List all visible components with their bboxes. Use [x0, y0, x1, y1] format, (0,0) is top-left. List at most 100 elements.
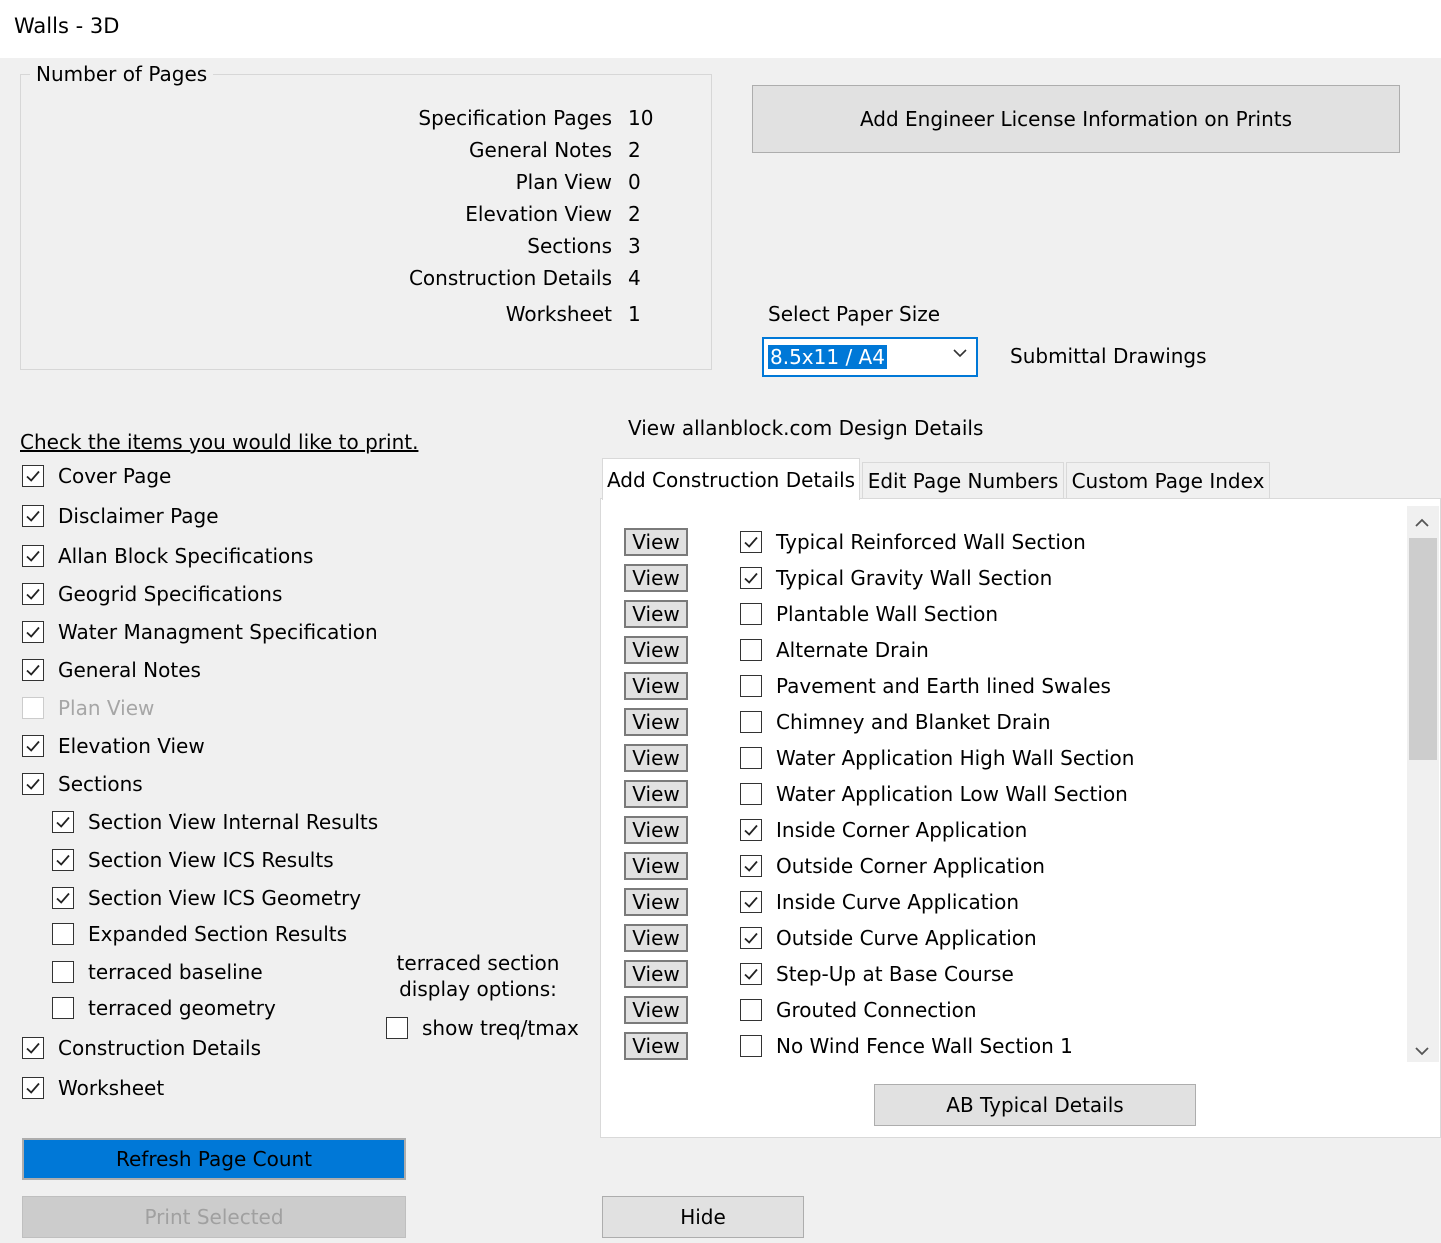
view-detail-button[interactable]: View — [624, 672, 688, 700]
view-detail-button[interactable]: View — [624, 564, 688, 592]
view-detail-button[interactable]: View — [624, 816, 688, 844]
checkbox-checked-icon[interactable] — [52, 849, 74, 871]
checkbox-unchecked-icon[interactable] — [740, 675, 762, 697]
print-item-checkbox[interactable]: Elevation View — [22, 731, 205, 761]
view-detail-button[interactable]: View — [624, 960, 688, 988]
checkbox-checked-icon[interactable] — [22, 505, 44, 527]
detail-checkbox[interactable]: Grouted Connection — [740, 995, 977, 1025]
detail-checkbox[interactable]: Alternate Drain — [740, 635, 929, 665]
detail-checkbox[interactable]: No Wind Fence Wall Section 1 — [740, 1031, 1073, 1061]
checkbox-checked-icon[interactable] — [740, 891, 762, 913]
checkbox-checked-icon[interactable] — [22, 545, 44, 567]
checkbox-unchecked-icon[interactable] — [740, 1035, 762, 1057]
detail-checkbox[interactable]: Pavement and Earth lined Swales — [740, 671, 1111, 701]
tab-add-construction-details[interactable]: Add Construction Details — [602, 458, 860, 500]
tab-edit-page-numbers[interactable]: Edit Page Numbers — [862, 462, 1064, 500]
view-detail-button[interactable]: View — [624, 924, 688, 952]
detail-checkbox[interactable]: Chimney and Blanket Drain — [740, 707, 1051, 737]
print-item-checkbox[interactable]: Geogrid Specifications — [22, 579, 282, 609]
checkbox-unchecked-icon[interactable] — [740, 999, 762, 1021]
checkbox-box[interactable] — [386, 1017, 408, 1039]
checkbox-checked-icon[interactable] — [740, 855, 762, 877]
checkbox-unchecked-icon[interactable] — [22, 697, 44, 719]
detail-checkbox[interactable]: Typical Reinforced Wall Section — [740, 527, 1086, 557]
print-item-checkbox[interactable]: Allan Block Specifications — [22, 541, 313, 571]
page-count-value: 3 — [628, 234, 641, 258]
detail-checkbox-label: Outside Corner Application — [776, 854, 1045, 878]
print-item-checkbox[interactable]: General Notes — [22, 655, 201, 685]
checkbox-checked-icon[interactable] — [740, 927, 762, 949]
page-count-value: 0 — [628, 170, 641, 194]
print-item-checkbox[interactable]: Plan View — [22, 693, 154, 723]
print-selected-button[interactable]: Print Selected — [22, 1196, 406, 1238]
detail-checkbox[interactable]: Water Application High Wall Section — [740, 743, 1134, 773]
checkbox-checked-icon[interactable] — [740, 567, 762, 589]
detail-checkbox-label: Inside Curve Application — [776, 890, 1020, 914]
view-detail-button[interactable]: View — [624, 996, 688, 1024]
checkbox-unchecked-icon[interactable] — [740, 747, 762, 769]
print-item-checkbox[interactable]: Disclaimer Page — [22, 501, 219, 531]
paper-size-select[interactable]: 8.5x11 / A4 — [762, 337, 978, 377]
design-details-link[interactable]: View allanblock.com Design Details — [628, 416, 983, 440]
refresh-page-count-button[interactable]: Refresh Page Count — [22, 1138, 406, 1180]
section-item-checkbox[interactable]: terraced geometry — [52, 993, 276, 1023]
print-item-checkbox[interactable]: Sections — [22, 769, 143, 799]
checkbox-checked-icon[interactable] — [740, 531, 762, 553]
section-item-checkbox[interactable]: Section View ICS Results — [52, 845, 334, 875]
checkbox-checked-icon[interactable] — [52, 887, 74, 909]
checkbox-checked-icon[interactable] — [52, 811, 74, 833]
scroll-down-icon[interactable] — [1414, 1040, 1430, 1064]
print-item-checkbox[interactable]: Worksheet — [22, 1073, 164, 1103]
checkbox-checked-icon[interactable] — [22, 465, 44, 487]
checkbox-unchecked-icon[interactable] — [52, 961, 74, 983]
submittal-drawings-label: Submittal Drawings — [1010, 344, 1207, 368]
print-item-checkbox[interactable]: Water Managment Specification — [22, 617, 378, 647]
checkbox-unchecked-icon[interactable] — [740, 603, 762, 625]
detail-checkbox[interactable]: Outside Curve Application — [740, 923, 1037, 953]
checkbox-checked-icon[interactable] — [22, 659, 44, 681]
view-detail-button[interactable]: View — [624, 744, 688, 772]
section-item-checkbox[interactable]: Section View ICS Geometry — [52, 883, 361, 913]
checkbox-checked-icon[interactable] — [22, 583, 44, 605]
view-detail-button[interactable]: View — [624, 852, 688, 880]
detail-checkbox[interactable]: Typical Gravity Wall Section — [740, 563, 1052, 593]
checkbox-checked-icon[interactable] — [22, 621, 44, 643]
view-detail-button[interactable]: View — [624, 636, 688, 664]
hide-button[interactable]: Hide — [602, 1196, 804, 1238]
detail-checkbox[interactable]: Inside Curve Application — [740, 887, 1019, 917]
checkbox-checked-icon[interactable] — [22, 1037, 44, 1059]
view-detail-button[interactable]: View — [624, 528, 688, 556]
print-item-checkbox[interactable]: Cover Page — [22, 461, 171, 491]
detail-checkbox[interactable]: Plantable Wall Section — [740, 599, 998, 629]
ab-typical-details-button[interactable]: AB Typical Details — [874, 1084, 1196, 1126]
print-item-checkbox-label: Allan Block Specifications — [58, 544, 314, 568]
view-detail-button[interactable]: View — [624, 600, 688, 628]
checkbox-unchecked-icon[interactable] — [52, 923, 74, 945]
view-detail-button[interactable]: View — [624, 708, 688, 736]
checkbox-checked-icon[interactable] — [22, 1077, 44, 1099]
view-detail-button[interactable]: View — [624, 780, 688, 808]
scroll-up-icon[interactable] — [1414, 512, 1430, 536]
print-item-checkbox[interactable]: Construction Details — [22, 1033, 261, 1063]
checkbox-checked-icon[interactable] — [22, 773, 44, 795]
checkbox-unchecked-icon[interactable] — [740, 639, 762, 661]
detail-checkbox[interactable]: Step-Up at Base Course — [740, 959, 1014, 989]
detail-checkbox[interactable]: Water Application Low Wall Section — [740, 779, 1128, 809]
checkbox-checked-icon[interactable] — [740, 819, 762, 841]
scrollbar-thumb[interactable] — [1409, 538, 1437, 760]
section-item-checkbox[interactable]: Expanded Section Results — [52, 919, 347, 949]
add-engineer-license-button[interactable]: Add Engineer License Information on Prin… — [752, 85, 1400, 153]
checkbox-unchecked-icon[interactable] — [740, 783, 762, 805]
section-item-checkbox[interactable]: Section View Internal Results — [52, 807, 378, 837]
checkbox-checked-icon[interactable] — [22, 735, 44, 757]
view-detail-button[interactable]: View — [624, 888, 688, 916]
checkbox-unchecked-icon[interactable] — [52, 997, 74, 1019]
checkbox-checked-icon[interactable] — [740, 963, 762, 985]
view-detail-button[interactable]: View — [624, 1032, 688, 1060]
show-treq-tmax-checkbox[interactable]: show treq/tmax — [386, 1013, 579, 1043]
tab-custom-page-index[interactable]: Custom Page Index — [1066, 462, 1270, 500]
detail-checkbox[interactable]: Outside Corner Application — [740, 851, 1045, 881]
detail-checkbox[interactable]: Inside Corner Application — [740, 815, 1027, 845]
checkbox-unchecked-icon[interactable] — [740, 711, 762, 733]
section-item-checkbox[interactable]: terraced baseline — [52, 957, 263, 987]
